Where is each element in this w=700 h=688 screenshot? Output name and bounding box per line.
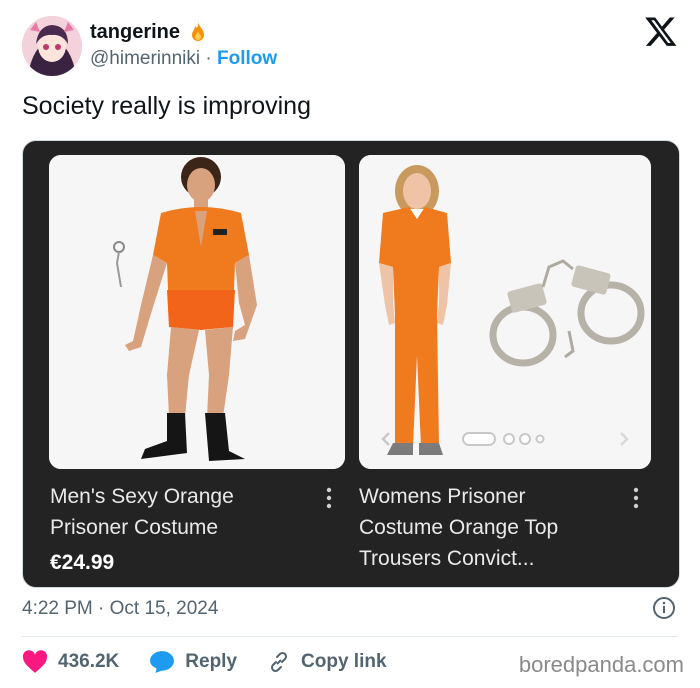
heart-icon (22, 650, 48, 673)
product-card-mens[interactable]: Men's Sexy Orange Prisoner Costume €24.9… (23, 141, 353, 587)
more-options-icon[interactable] (633, 487, 639, 509)
avatar-image (22, 16, 82, 76)
product-card-womens[interactable]: Womens Prisoner Costume Orange Top Trous… (357, 141, 679, 587)
separator: · (205, 48, 212, 69)
action-bar: 436.2K Reply Copy link (22, 650, 417, 674)
x-logo-icon[interactable] (644, 14, 678, 48)
product-title-mens[interactable]: Men's Sexy Orange Prisoner Costume (50, 481, 234, 543)
avatar[interactable] (22, 16, 82, 76)
product-photo-womens[interactable] (359, 155, 651, 469)
womens-costume-image (359, 155, 651, 469)
copy-link-label: Copy link (301, 651, 387, 672)
handle[interactable]: @himerinniki (90, 48, 200, 69)
like-button[interactable]: 436.2K (22, 650, 119, 674)
product-price-mens: €24.99 (50, 551, 115, 574)
reply-button[interactable]: Reply (149, 650, 237, 674)
handle-row: @himerinniki · Follow (90, 48, 277, 70)
copy-link-button[interactable]: Copy link (267, 650, 387, 674)
tweet-text: Society really is improving (22, 92, 311, 120)
like-count: 436.2K (58, 651, 120, 672)
fire-emoji-icon (192, 22, 205, 41)
tweet-media[interactable]: Men's Sexy Orange Prisoner Costume €24.9… (22, 140, 680, 588)
link-icon (271, 651, 288, 673)
display-name[interactable]: tangerine (90, 20, 210, 44)
reply-label: Reply (185, 651, 238, 672)
info-icon[interactable] (652, 596, 676, 620)
watermark: boredpanda.com (518, 652, 684, 677)
divider (22, 636, 678, 637)
more-options-icon[interactable] (326, 487, 332, 509)
reply-bubble-icon (150, 651, 175, 673)
follow-button[interactable]: Follow (217, 48, 277, 69)
product-photo-mens[interactable] (49, 155, 345, 469)
tweet-timestamp[interactable]: 4:22 PM · Oct 15, 2024 (22, 598, 218, 620)
mens-costume-image (49, 155, 345, 469)
product-title-womens[interactable]: Womens Prisoner Costume Orange Top Trous… (359, 481, 558, 574)
display-name-text[interactable]: tangerine (90, 21, 180, 44)
